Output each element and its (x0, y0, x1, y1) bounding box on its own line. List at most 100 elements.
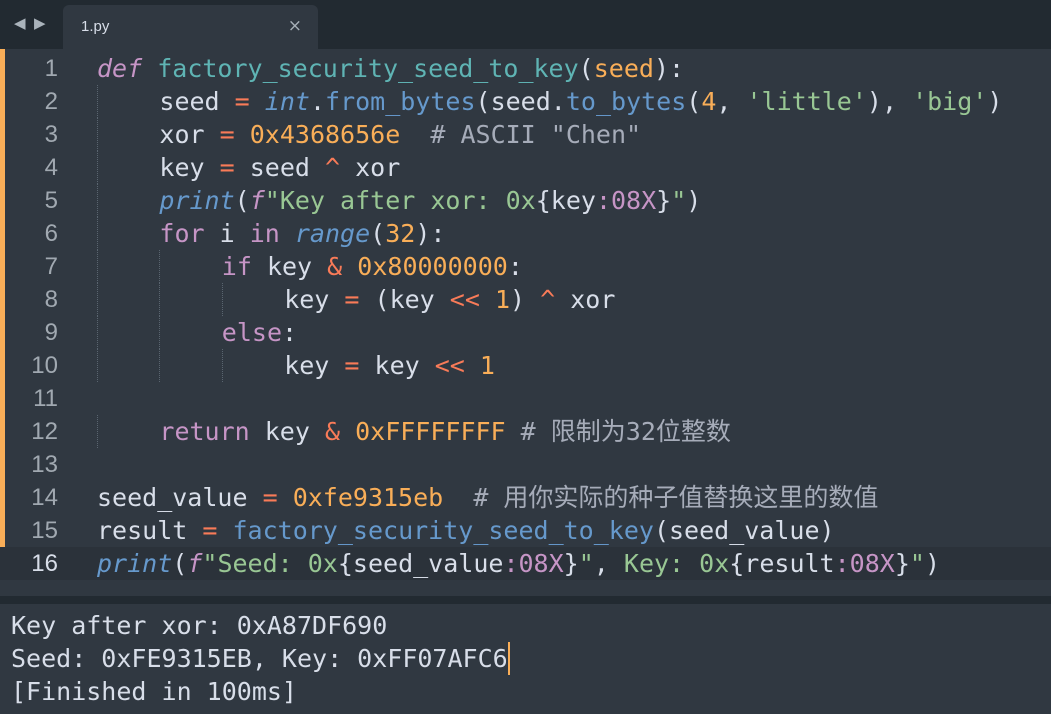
code-token: if (221, 252, 252, 281)
code-token: 32 (385, 219, 416, 248)
code-line[interactable]: 11 (0, 382, 1051, 415)
code-line[interactable]: 9 else: (0, 316, 1051, 349)
code-line[interactable]: 10 key = key << 1 (0, 349, 1051, 382)
tab-bar: ◀ ▶ 1.py × (0, 0, 1051, 49)
code-token: (seed. (475, 87, 566, 116)
code-token: # 限制为32位整数 (520, 417, 731, 446)
code-text: for i in range(32): (159, 217, 445, 250)
code-token: << (434, 351, 465, 380)
indent-guide (159, 250, 161, 283)
line-number: 8 (44, 286, 58, 313)
output-line: Seed: 0xFE9315EB, Key: 0xFF07AFC6 (11, 642, 510, 675)
code-line[interactable]: 5 print(f"Key after xor: 0x{key:08X}") (0, 184, 1051, 217)
forward-arrow-icon[interactable]: ▶ (34, 14, 46, 32)
file-tab[interactable]: 1.py × (63, 5, 318, 49)
code-lines: 1 def factory_security_seed_to_key(seed):… (0, 52, 1051, 580)
indent-guide (221, 349, 223, 382)
indent-guide (97, 217, 98, 250)
code-text: result = factory_security_seed_to_key(se… (97, 514, 835, 547)
code-line[interactable]: 12 return key & 0xFFFFFFFF # 限制为32位整数 (0, 415, 1051, 448)
code-line[interactable]: 13 (0, 448, 1051, 481)
code-token: & (324, 417, 341, 446)
code-token: f (249, 186, 265, 215)
code-token: ^ (324, 153, 341, 182)
code-line[interactable]: 7 if key & 0x80000000: (0, 250, 1051, 283)
code-token: } (656, 186, 672, 215)
code-token: xor (340, 153, 401, 182)
code-token: 0x4368656e (249, 120, 401, 149)
close-icon[interactable]: × (288, 16, 302, 36)
code-line[interactable]: 8 key = (key << 1) ^ xor (0, 283, 1051, 316)
code-token: = (344, 351, 360, 380)
line-number: 4 (44, 154, 58, 181)
code-token: seed_value (97, 483, 248, 512)
code-token: ( (686, 87, 702, 116)
code-token: = (262, 483, 278, 512)
code-token: (key (359, 285, 450, 314)
tab-label: 1.py (81, 18, 110, 35)
code-token: ) (924, 549, 941, 578)
line-number: 2 (44, 88, 58, 115)
code-text: seed = int.from_bytes(seed.to_bytes(4, '… (159, 85, 1002, 118)
back-arrow-icon[interactable]: ◀ (14, 14, 26, 32)
code-editor[interactable]: 1 def factory_security_seed_to_key(seed):… (0, 49, 1051, 596)
code-token: factory_security_seed_to_key (232, 516, 654, 545)
code-token: key (284, 285, 330, 314)
code-token: " (578, 549, 594, 578)
indent-guide (97, 184, 98, 217)
code-token: f (187, 549, 203, 578)
code-token: # ASCII "Chen" (430, 120, 642, 149)
indent-guide (97, 250, 98, 283)
code-text: xor = 0x4368656e # ASCII "Chen" (159, 118, 641, 151)
code-line[interactable]: 4 key = seed ^ xor (0, 151, 1051, 184)
code-token: to_bytes (565, 87, 687, 116)
indent-guide (97, 283, 98, 316)
code-token: {key (535, 186, 596, 215)
code-token: seed (593, 54, 654, 83)
code-token: ), (866, 87, 913, 116)
code-token: ) (510, 285, 541, 314)
code-token: "Key after xor: 0x (264, 186, 536, 215)
code-token: << (449, 285, 480, 314)
code-text: seed_value = 0xfe9315eb # 用你实际的种子值替换这里的数… (97, 481, 878, 514)
code-line[interactable]: 1 def factory_security_seed_to_key(seed): (0, 52, 1051, 85)
code-token: 0xfe9315eb (292, 483, 444, 512)
code-line[interactable]: 14 seed_value = 0xfe9315eb # 用你实际的种子值替换这里… (0, 481, 1051, 514)
code-token: (seed_value) (653, 516, 835, 545)
output-lines: Key after xor: 0xA87DF690 Seed: 0xFE9315… (11, 609, 510, 708)
code-token: from_bytes (325, 87, 476, 116)
code-token: "Seed: 0x (202, 549, 338, 578)
indent-guide (221, 283, 223, 316)
code-token: Key: 0x (623, 549, 730, 578)
build-output-panel[interactable]: Key after xor: 0xA87DF690 Seed: 0xFE9315… (0, 596, 1051, 714)
code-line[interactable]: 6 for i in range(32): (0, 217, 1051, 250)
code-line[interactable]: 2 seed = int.from_bytes(seed.to_bytes(4, … (0, 85, 1051, 118)
code-token: ( (578, 54, 594, 83)
code-token: 1 (479, 351, 495, 380)
code-token: , (593, 549, 624, 578)
code-line[interactable]: 16 print(f"Seed: 0x{seed_value:08X}", Key… (0, 547, 1051, 580)
code-token: , (716, 87, 747, 116)
code-token: ( (370, 219, 386, 248)
code-token: 1 (494, 285, 511, 314)
code-token: {seed_value (337, 549, 504, 578)
output-line: Key after xor: 0xA87DF690 (11, 611, 388, 640)
code-token: # 用你实际的种子值替换这里的数值 (473, 483, 879, 512)
code-line[interactable]: 15 result = factory_security_seed_to_key(… (0, 514, 1051, 547)
code-token: {result (729, 549, 835, 578)
code-text: key = key << 1 (284, 349, 495, 382)
code-token: = (234, 87, 250, 116)
code-token: print (97, 549, 173, 578)
code-line[interactable]: 3 xor = 0x4368656e # ASCII "Chen" (0, 118, 1051, 151)
indent-guide (97, 118, 98, 151)
